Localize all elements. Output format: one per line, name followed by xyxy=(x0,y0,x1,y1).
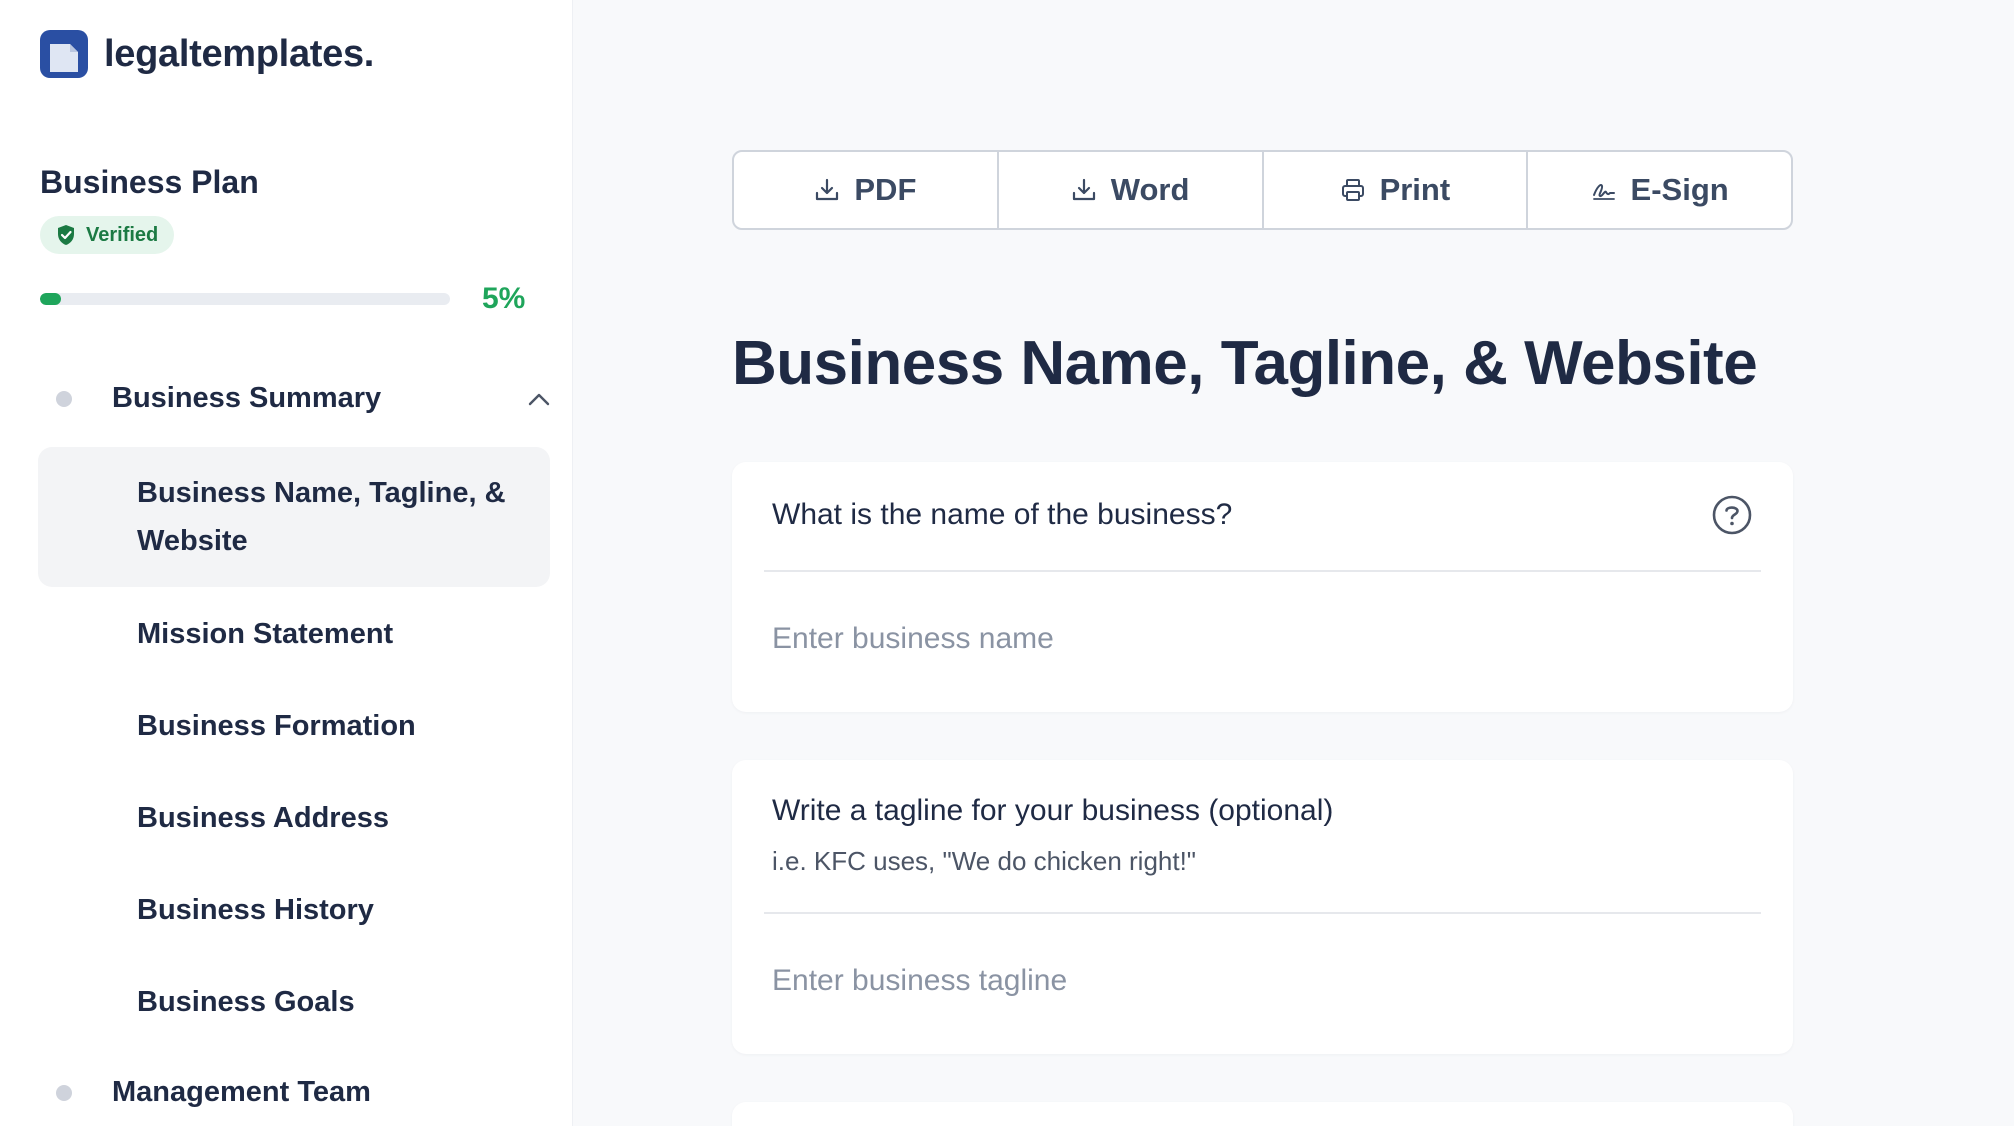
question-label: What is the name of the business? xyxy=(772,498,1233,531)
card-divider xyxy=(764,912,1761,914)
esign-label: E-Sign xyxy=(1630,172,1729,207)
app-root: legaltemplates. Business Plan Verified 5… xyxy=(0,0,2014,1126)
section-status-dot xyxy=(56,390,72,407)
sidebar-item-business-address[interactable]: Business Address xyxy=(38,794,550,842)
business-name-input[interactable] xyxy=(772,614,1753,664)
business-tagline-input[interactable] xyxy=(772,956,1753,1006)
brand-name: legaltemplates. xyxy=(104,32,375,75)
printer-icon xyxy=(1341,179,1364,201)
sidebar-item-business-history[interactable]: Business History xyxy=(38,886,550,934)
sidebar-item-business-goals[interactable]: Business Goals xyxy=(38,978,550,1026)
sidebar-section-management-team[interactable]: Management Team xyxy=(40,1076,550,1109)
sidebar-section-business-summary[interactable]: Business Summary xyxy=(40,382,550,415)
question-card-business-name: What is the name of the business? xyxy=(732,462,1793,712)
section-status-dot xyxy=(56,1084,72,1101)
sidebar-section-label: Business Summary xyxy=(112,382,382,414)
print-label: Print xyxy=(1379,172,1451,207)
download-word-button[interactable]: Word xyxy=(999,152,1264,228)
sidebar: legaltemplates. Business Plan Verified 5… xyxy=(0,0,573,1126)
page-title: Business Name, Tagline, & Website xyxy=(732,329,1758,398)
question-label: Write a tagline for your business (optio… xyxy=(772,794,1334,827)
question-hint: i.e. KFC uses, "We do chicken right!" xyxy=(772,846,1197,876)
download-icon xyxy=(1072,178,1095,201)
chevron-up-icon[interactable] xyxy=(528,392,550,406)
question-card-tagline: Write a tagline for your business (optio… xyxy=(732,760,1793,1054)
progress-fill xyxy=(40,293,61,305)
word-label: Word xyxy=(1110,172,1190,207)
verified-label: Verified xyxy=(86,223,159,246)
shield-check-icon xyxy=(58,225,74,245)
help-icon[interactable] xyxy=(1711,494,1753,536)
progress-bar xyxy=(40,293,450,305)
export-toolbar: PDF Word Print E-Sign xyxy=(732,150,1793,230)
sidebar-item-business-name[interactable]: Business Name, Tagline, & Website xyxy=(38,447,550,587)
print-button[interactable]: Print xyxy=(1264,152,1529,228)
esign-button[interactable]: E-Sign xyxy=(1528,152,1791,228)
question-card-website xyxy=(732,1102,1793,1126)
progress-percent: 5% xyxy=(482,282,526,315)
document-title: Business Plan xyxy=(40,164,259,200)
card-divider xyxy=(764,570,1761,572)
download-icon xyxy=(816,178,839,201)
logo-icon xyxy=(40,30,88,78)
logo[interactable]: legaltemplates. xyxy=(40,30,374,78)
signature-icon xyxy=(1592,184,1615,200)
pdf-label: PDF xyxy=(854,172,917,207)
verified-badge: Verified xyxy=(40,216,175,254)
sidebar-item-mission-statement[interactable]: Mission Statement xyxy=(38,610,550,658)
download-pdf-button[interactable]: PDF xyxy=(734,152,999,228)
sidebar-item-business-formation[interactable]: Business Formation xyxy=(38,702,550,750)
sidebar-section-label: Management Team xyxy=(112,1076,371,1108)
